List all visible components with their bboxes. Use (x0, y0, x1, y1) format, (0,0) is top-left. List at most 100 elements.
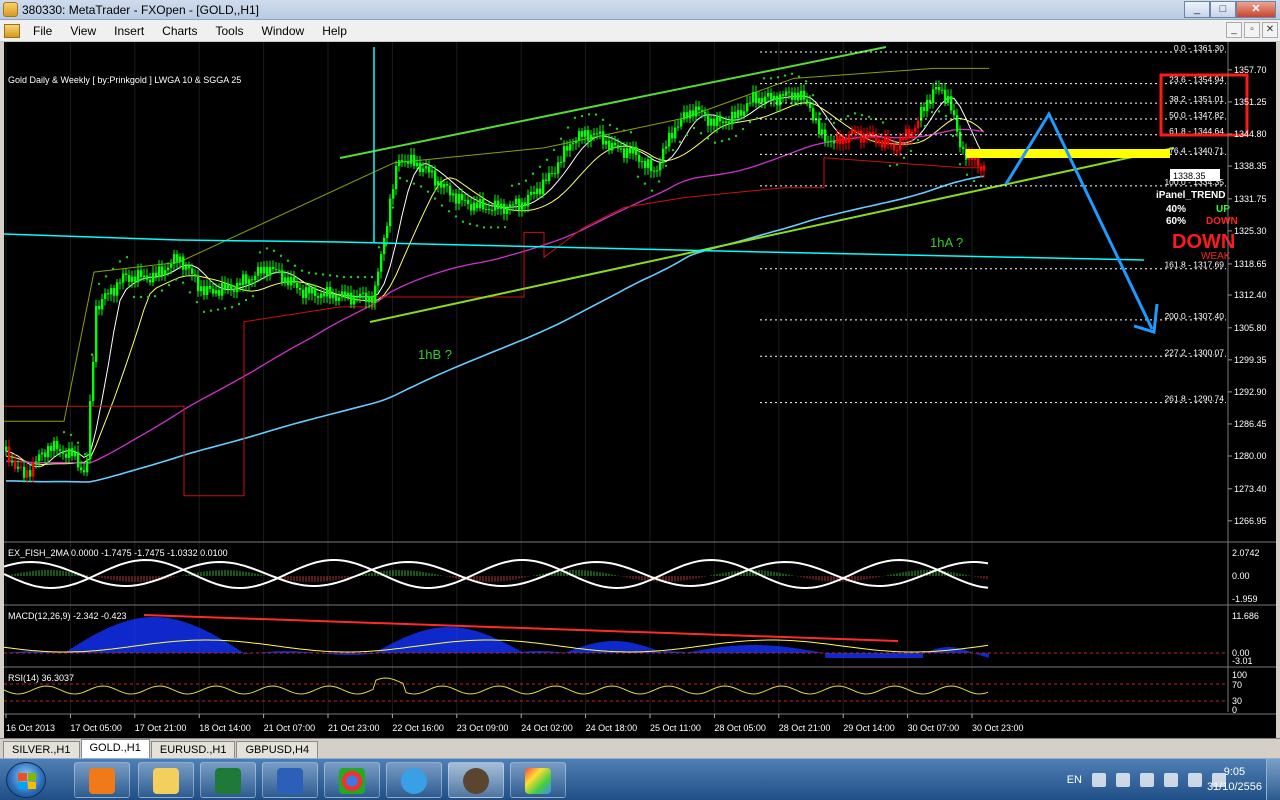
tab-silver[interactable]: SILVER.,H1 (3, 741, 80, 758)
candle-body (533, 191, 536, 195)
sar-dot (279, 254, 283, 258)
candle-body (110, 288, 113, 295)
sar-dot (468, 222, 472, 226)
sar-dot (853, 112, 857, 115)
candle-body (587, 130, 590, 141)
candle-body (395, 166, 398, 190)
sar-dot (349, 275, 353, 279)
candle-body (224, 282, 227, 289)
menu-tools[interactable]: Tools (207, 24, 253, 38)
sar-dot (363, 275, 367, 279)
candle-body (302, 289, 305, 298)
tab-gbpusd[interactable]: GBPUSD,H4 (236, 741, 319, 758)
candle-body (716, 115, 719, 127)
taskbar-paint[interactable] (510, 762, 566, 798)
sar-dot (762, 77, 766, 80)
metatrader-window: 380330: MetaTrader - FXOpen - [GOLD,,H1]… (0, 0, 1280, 800)
candle-body (341, 291, 344, 298)
candle-body (200, 286, 203, 292)
sar-dot (230, 306, 234, 309)
candle-body (416, 162, 419, 167)
menu-insert[interactable]: Insert (105, 24, 153, 38)
candle-body (548, 173, 551, 182)
candle-body (647, 159, 650, 168)
taskbar-clock[interactable]: 9:05 31/10/2556 (1207, 765, 1262, 795)
time-axis-label: 28 Oct 05:00 (714, 723, 766, 733)
candle-body (557, 162, 560, 174)
candle-body (188, 265, 191, 269)
candle-body (284, 277, 287, 283)
price-scale-label: 1325.30 (1234, 226, 1267, 236)
language-indicator[interactable]: EN (1067, 774, 1082, 786)
time-axis-label: 17 Oct 05:00 (70, 723, 122, 733)
candle-body (32, 462, 35, 477)
sar-dot (846, 114, 850, 118)
settings-icon[interactable] (1140, 773, 1154, 787)
time-axis-label: 16 Oct 2013 (6, 723, 55, 733)
taskbar-explorer[interactable] (138, 762, 194, 798)
candle-body (98, 305, 101, 310)
show-desktop-button[interactable] (1266, 759, 1280, 800)
menu-window[interactable]: Window (253, 24, 314, 38)
candle-body (977, 158, 980, 167)
volume-icon[interactable] (1188, 773, 1202, 787)
close-button[interactable]: ✕ (1236, 1, 1276, 18)
tab-eurusd[interactable]: EURUSD.,H1 (150, 741, 236, 758)
candle-body (563, 146, 566, 162)
help-icon[interactable] (1092, 773, 1106, 787)
sar-dot (286, 259, 290, 262)
child-restore-button[interactable]: ▫ (1244, 22, 1260, 38)
current-price-label: 1338.35 (1173, 171, 1206, 181)
menu-file[interactable]: File (24, 24, 61, 38)
sar-dot (223, 307, 227, 310)
menu-view[interactable]: View (61, 24, 105, 38)
chart-window-icon[interactable] (4, 23, 20, 38)
candle-body (509, 204, 512, 208)
candle-body (431, 170, 434, 173)
candle-body (980, 166, 983, 171)
child-minimize-button[interactable]: _ (1226, 22, 1242, 38)
candle-body (803, 90, 806, 100)
candle-body (938, 86, 941, 91)
title-bar[interactable]: 380330: MetaTrader - FXOpen - [GOLD,,H1]… (0, 0, 1280, 20)
time-axis-label: 23 Oct 09:00 (457, 723, 509, 733)
candle-body (833, 140, 836, 144)
candle-body (623, 148, 626, 159)
network-icon[interactable] (1116, 773, 1130, 787)
candle-body (44, 452, 47, 458)
tab-gold[interactable]: GOLD.,H1 (80, 739, 150, 758)
candle-body (41, 452, 44, 455)
candle-body (872, 132, 875, 136)
taskbar-metatrader[interactable] (448, 762, 504, 798)
menu-charts[interactable]: Charts (153, 24, 206, 38)
sar-dot (804, 80, 808, 83)
sar-dot (594, 113, 598, 116)
candle-body (794, 92, 797, 100)
sar-dot (321, 273, 325, 276)
sar-dot (685, 133, 689, 137)
candle-body (359, 293, 362, 298)
maximize-button[interactable]: □ (1210, 1, 1236, 18)
taskbar-excel[interactable] (200, 762, 256, 798)
candle-body (839, 134, 842, 144)
taskbar-media-player[interactable] (74, 762, 130, 798)
gold-h1-chart[interactable]: 0.0 - 1361.3023.6 - 1354.9438.2 - 1351.0… (4, 42, 1276, 738)
start-button[interactable] (6, 762, 46, 798)
candle-body (512, 204, 515, 206)
taskbar-internet-explorer[interactable] (386, 762, 442, 798)
candle-body (575, 140, 578, 144)
minimize-button[interactable]: _ (1184, 1, 1210, 18)
menu-help[interactable]: Help (313, 24, 356, 38)
candle-body (80, 467, 83, 471)
taskbar-word[interactable] (262, 762, 318, 798)
candle-body (962, 147, 965, 150)
child-close-button[interactable]: ✕ (1262, 22, 1278, 38)
time-axis-label: 30 Oct 23:00 (972, 723, 1024, 733)
fib-level-label: 0.0 - 1361.30 (1174, 43, 1224, 53)
taskbar-chrome[interactable] (324, 762, 380, 798)
candle-body (11, 460, 14, 463)
folder-icon (153, 768, 179, 794)
candle-body (116, 282, 119, 296)
sar-dot (580, 114, 584, 118)
flag-icon[interactable] (1164, 773, 1178, 787)
